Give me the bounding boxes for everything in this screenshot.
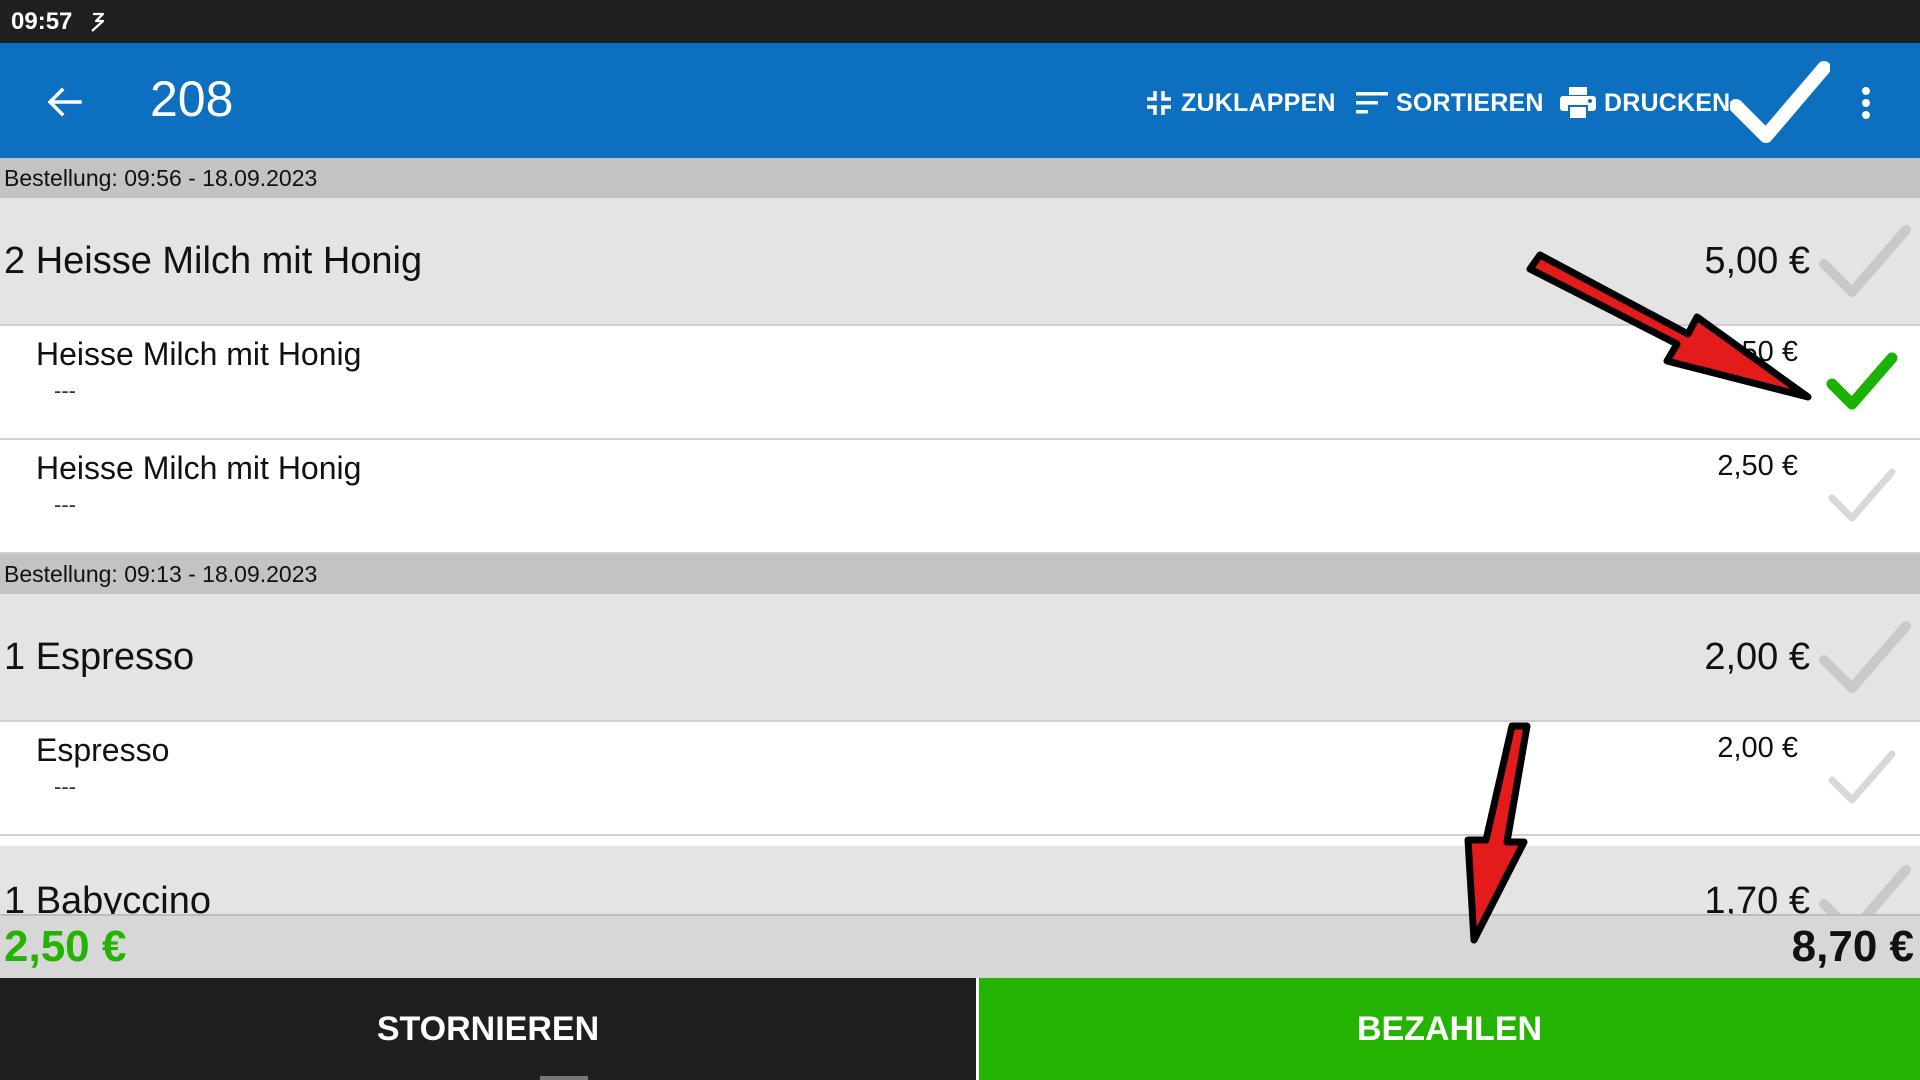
app-bar: 208 ZUKLAPPEN SORTIEREN DRUCKEN	[0, 43, 1920, 158]
item-name: Heisse Milch mit Honig	[36, 450, 362, 486]
arrow-left-icon	[47, 87, 82, 117]
navigation-handle	[540, 1076, 588, 1080]
order-group-row[interactable]: 1 Babyccino 1,70 €	[0, 846, 1920, 914]
checkmark-icon	[1828, 468, 1896, 522]
pay-button[interactable]: BEZAHLEN	[979, 978, 1920, 1080]
pay-label: BEZAHLEN	[1356, 1009, 1543, 1048]
order-item-row[interactable]: Espresso --- 2,00 €	[0, 722, 1920, 836]
item-note: ---	[54, 492, 76, 517]
selected-total: 2,50 €	[4, 922, 127, 971]
item-name: Heisse Milch mit Honig	[36, 336, 362, 372]
order-group-row[interactable]: 2 Heisse Milch mit Honig 5,00 €	[0, 198, 1920, 326]
back-button[interactable]	[40, 77, 90, 127]
group-price: 2,00 €	[1704, 636, 1810, 678]
order-header: Bestellung: 09:56 - 18.09.2023	[0, 158, 1920, 198]
sort-button[interactable]: SORTIEREN	[1356, 83, 1544, 123]
row-spacer	[0, 836, 1920, 846]
checkmark-icon	[1828, 750, 1896, 804]
cancel-label: STORNIEREN	[376, 1009, 600, 1048]
checkmark-icon	[1729, 61, 1831, 143]
item-price: 2,50 €	[1717, 336, 1798, 368]
page-title: 208	[150, 71, 234, 127]
group-title: 1 Babyccino	[4, 880, 212, 914]
sort-icon	[1356, 92, 1388, 114]
group-price: 1,70 €	[1704, 880, 1810, 914]
totals-bar: 2,50 € 8,70 €	[0, 914, 1920, 978]
group-check-button[interactable]	[1814, 218, 1914, 313]
order-item-row[interactable]: Heisse Milch mit Honig --- 2,50 €	[0, 440, 1920, 554]
item-check-button[interactable]	[1826, 350, 1898, 421]
item-check-button[interactable]	[1826, 464, 1898, 535]
item-note: ---	[54, 378, 76, 403]
group-title: 2 Heisse Milch mit Honig	[4, 240, 423, 282]
group-check-button[interactable]	[1814, 614, 1914, 709]
more-vertical-icon	[1862, 87, 1870, 119]
collapse-icon	[1147, 91, 1171, 115]
checkmark-icon	[1819, 225, 1911, 297]
item-check-button[interactable]	[1826, 746, 1898, 817]
item-price: 2,50 €	[1717, 450, 1798, 482]
group-check-button[interactable]	[1814, 858, 1914, 914]
cancel-button[interactable]: STORNIEREN	[0, 978, 976, 1080]
order-list[interactable]: Bestellung: 09:56 - 18.09.2023 2 Heisse …	[0, 158, 1920, 914]
status-bar: 09:57	[0, 0, 1920, 43]
print-label: DRUCKEN	[1604, 88, 1731, 117]
notification-icon	[88, 11, 108, 33]
printer-icon	[1560, 87, 1596, 119]
order-item-row[interactable]: Heisse Milch mit Honig --- 2,50 €	[0, 326, 1920, 440]
group-title: 1 Espresso	[4, 636, 195, 678]
overall-total: 8,70 €	[1791, 922, 1914, 971]
print-button[interactable]: DRUCKEN	[1560, 83, 1730, 123]
item-price: 2,00 €	[1717, 732, 1798, 764]
collapse-button[interactable]: ZUKLAPPEN	[1145, 83, 1336, 123]
checkmark-icon	[1819, 621, 1911, 693]
order-header: Bestellung: 09:13 - 18.09.2023	[0, 554, 1920, 594]
collapse-label: ZUKLAPPEN	[1181, 88, 1336, 117]
order-group-row[interactable]: 1 Espresso 2,00 €	[0, 594, 1920, 722]
item-name: Espresso	[36, 732, 170, 768]
confirm-button[interactable]	[1729, 58, 1831, 148]
more-options-button[interactable]	[1852, 81, 1880, 125]
item-note: ---	[54, 774, 76, 799]
checkmark-icon	[1819, 865, 1911, 914]
status-time: 09:57	[11, 7, 73, 35]
group-price: 5,00 €	[1704, 240, 1810, 282]
sort-label: SORTIEREN	[1396, 88, 1544, 117]
checkmark-icon	[1826, 352, 1898, 410]
